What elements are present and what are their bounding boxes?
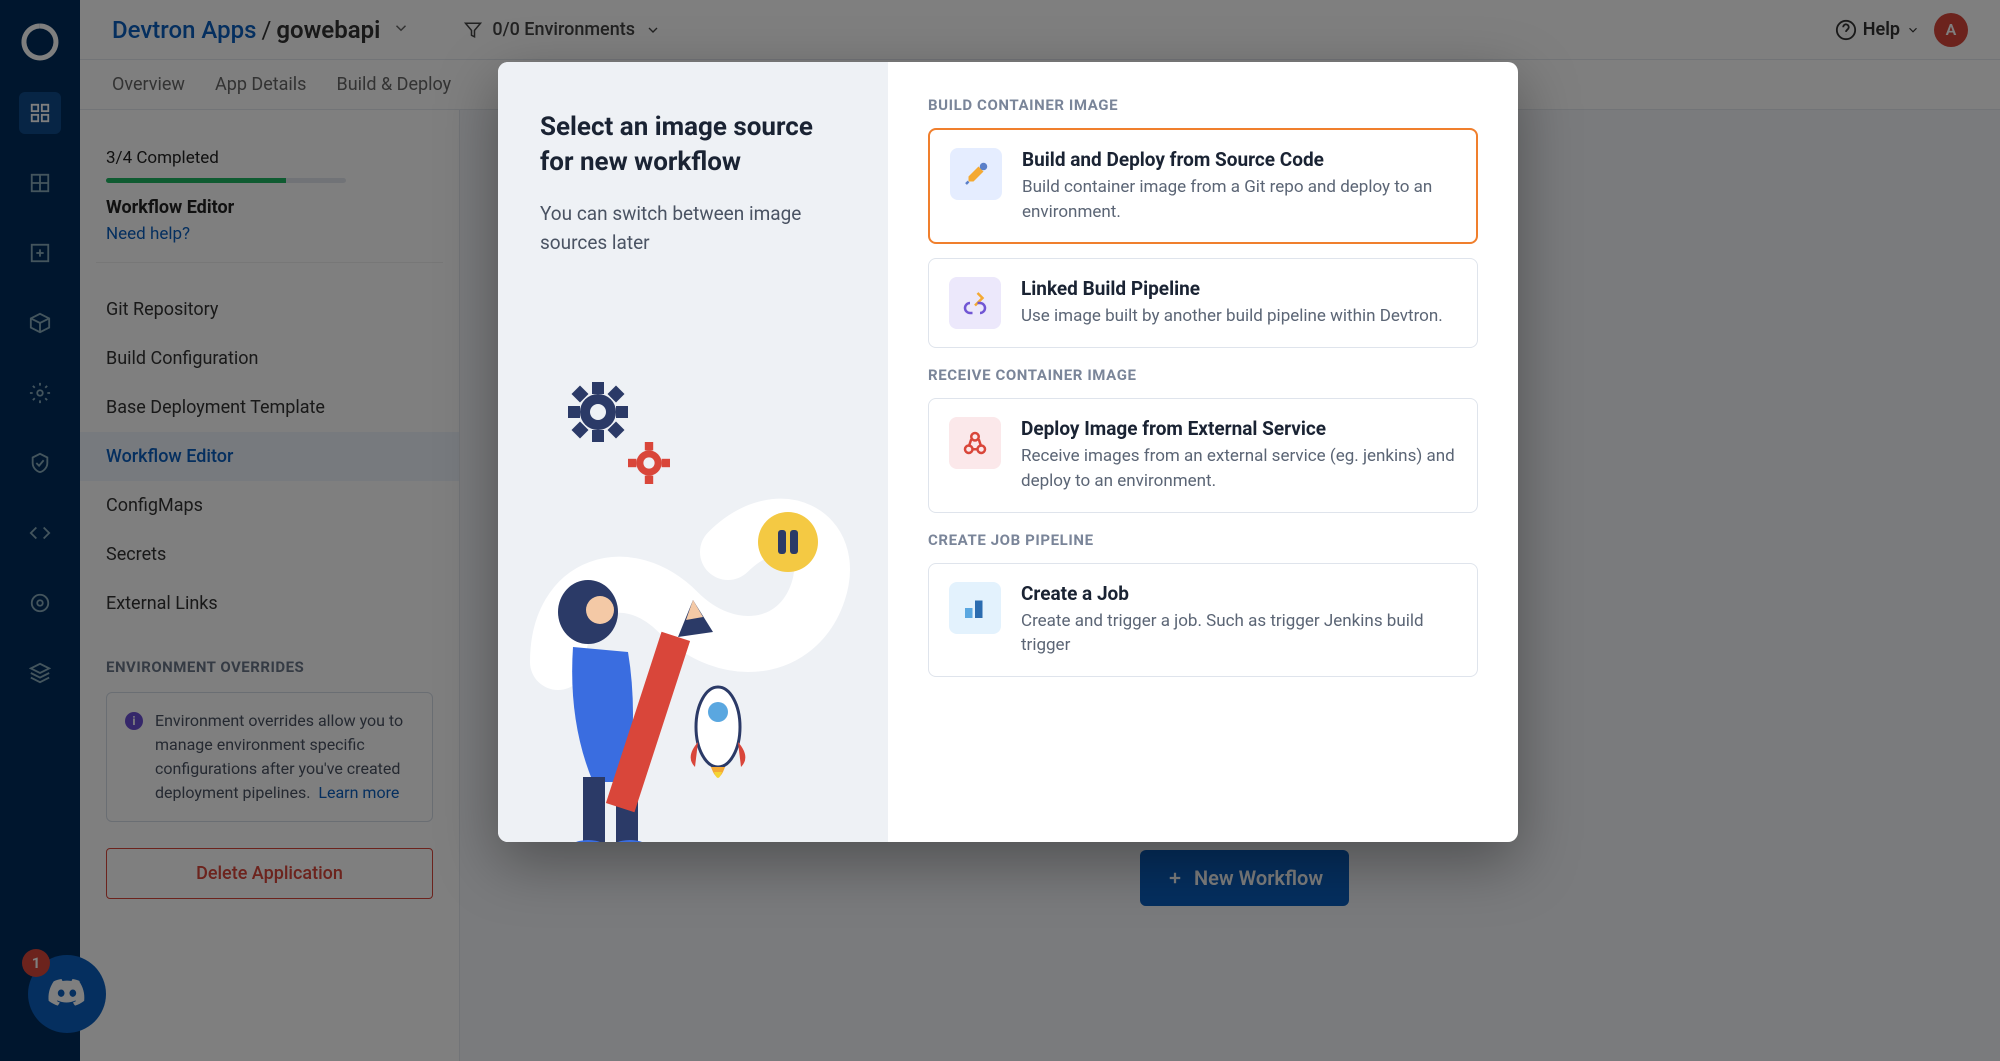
modal-subtitle: You can switch between image sources lat… bbox=[540, 200, 846, 257]
modal-title: Select an image source for new workflow bbox=[540, 110, 846, 180]
tools-icon bbox=[950, 148, 1002, 200]
modal-left-panel: Select an image source for new workflow … bbox=[498, 62, 888, 842]
option-title: Deploy Image from External Service bbox=[1021, 417, 1457, 440]
option-desc: Build container image from a Git repo an… bbox=[1022, 175, 1456, 224]
option-create-job[interactable]: Create a Job Create and trigger a job. S… bbox=[928, 563, 1478, 677]
option-build-deploy-source[interactable]: Build and Deploy from Source Code Build … bbox=[928, 128, 1478, 244]
image-source-modal: Select an image source for new workflow … bbox=[498, 62, 1518, 842]
option-external-service[interactable]: Deploy Image from External Service Recei… bbox=[928, 398, 1478, 512]
modal-right-panel: BUILD CONTAINER IMAGE Build and Deploy f… bbox=[888, 62, 1518, 842]
option-linked-pipeline[interactable]: Linked Build Pipeline Use image built by… bbox=[928, 258, 1478, 348]
option-desc: Create and trigger a job. Such as trigge… bbox=[1021, 609, 1457, 658]
section-job: CREATE JOB PIPELINE bbox=[928, 531, 1478, 549]
link-tools-icon bbox=[949, 277, 1001, 329]
job-icon bbox=[949, 582, 1001, 634]
section-build: BUILD CONTAINER IMAGE bbox=[928, 96, 1478, 114]
section-receive: RECEIVE CONTAINER IMAGE bbox=[928, 366, 1478, 384]
illustration-icon bbox=[498, 352, 888, 842]
option-desc: Use image built by another build pipelin… bbox=[1021, 304, 1443, 329]
option-title: Linked Build Pipeline bbox=[1021, 277, 1443, 300]
option-title: Create a Job bbox=[1021, 582, 1457, 605]
option-title: Build and Deploy from Source Code bbox=[1022, 148, 1456, 171]
option-desc: Receive images from an external service … bbox=[1021, 444, 1457, 493]
webhook-icon bbox=[949, 417, 1001, 469]
